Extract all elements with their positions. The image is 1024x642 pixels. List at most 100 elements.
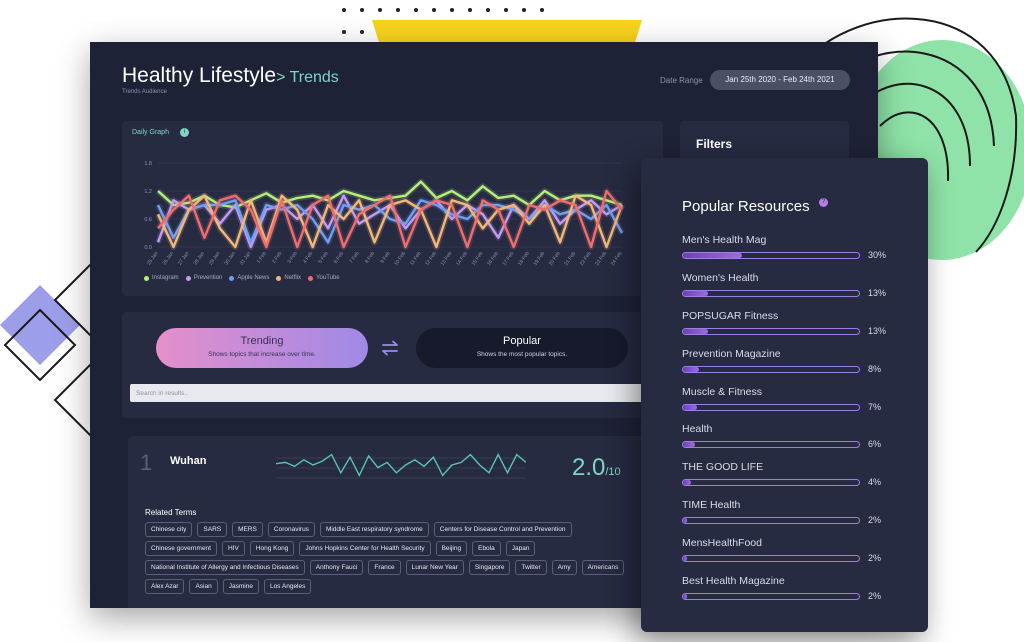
legend-item[interactable]: Netflix bbox=[276, 275, 301, 281]
resource-progress-fill bbox=[683, 290, 709, 296]
x-tick-label: 9 Feb bbox=[379, 251, 391, 265]
related-term-tag[interactable]: Centers for Disease Control and Preventi… bbox=[433, 522, 572, 537]
page-subtitle: Trends Audience bbox=[122, 89, 167, 95]
resource-item[interactable]: POPSUGAR Fitness 13% bbox=[682, 310, 912, 348]
related-term-tag[interactable]: Americans bbox=[581, 560, 625, 575]
related-term-tag[interactable]: National Institute of Allergy and Infect… bbox=[145, 560, 305, 575]
related-term-tag[interactable]: Twitter bbox=[515, 560, 547, 575]
resource-item[interactable]: Best Health Magazine 2% bbox=[682, 575, 912, 613]
resource-progress-fill bbox=[683, 594, 688, 600]
x-tick-label: 6 Feb bbox=[333, 251, 345, 265]
resource-percent: 13% bbox=[868, 287, 887, 298]
result-card[interactable]: 1 Wuhan 2.0/10 Related Terms Chinese cit… bbox=[128, 436, 648, 608]
related-term-tag[interactable]: Ebola bbox=[472, 541, 501, 556]
resource-percent: 8% bbox=[868, 363, 882, 374]
x-tick-label: 23 Feb bbox=[594, 251, 608, 267]
resource-progress-fill bbox=[683, 480, 691, 486]
resource-name: Men's Health Mag bbox=[682, 234, 767, 246]
resource-name: TIME Health bbox=[682, 499, 741, 512]
x-tick-label: 18 Feb bbox=[517, 251, 531, 267]
popular-toggle-button[interactable]: Popular Shows the most popular topics. bbox=[416, 328, 628, 368]
trending-toggle-button[interactable]: Trending Shows topics that increase over… bbox=[156, 328, 368, 368]
resource-percent: 2% bbox=[868, 591, 882, 602]
help-icon[interactable]: ? bbox=[819, 198, 828, 207]
legend-item[interactable]: YouTube bbox=[308, 275, 340, 281]
resource-name: Health bbox=[682, 423, 713, 436]
x-tick-label: 1 Feb bbox=[256, 251, 268, 265]
y-tick-label: 1.2 bbox=[144, 189, 152, 195]
x-tick-label: 28 Jan bbox=[193, 251, 207, 267]
resource-percent: 4% bbox=[868, 477, 882, 488]
related-term-tag[interactable]: Jasmine bbox=[222, 579, 259, 594]
related-term-tag[interactable]: Japan bbox=[505, 541, 536, 556]
result-name: Wuhan bbox=[170, 455, 207, 467]
related-term-tag[interactable]: SARS bbox=[197, 522, 228, 537]
x-tick-label: 26 Jan bbox=[162, 251, 176, 267]
result-score: 2.0/10 bbox=[572, 454, 621, 482]
resource-item[interactable]: Prevention Magazine 8% bbox=[682, 348, 912, 386]
x-tick-label: 19 Feb bbox=[532, 251, 546, 267]
related-term-tag[interactable]: Chinese city bbox=[145, 522, 193, 537]
date-range-picker[interactable]: Jan 25th 2020 - Feb 24th 2021 bbox=[710, 70, 850, 90]
resource-item[interactable]: Women's Health 13% bbox=[682, 272, 912, 310]
x-tick-label: 24 Feb bbox=[610, 251, 624, 267]
search-input[interactable] bbox=[130, 384, 660, 402]
related-term-tag[interactable]: Coronavirus bbox=[267, 522, 315, 537]
x-tick-label: 21 Feb bbox=[563, 251, 577, 267]
x-tick-label: 11 Feb bbox=[409, 251, 423, 267]
resource-progress-bar bbox=[682, 365, 860, 373]
related-term-tag[interactable]: Chinese government bbox=[145, 541, 217, 556]
resource-item[interactable]: Men's Health Mag 30% bbox=[682, 234, 912, 272]
resource-percent: 7% bbox=[868, 401, 882, 412]
related-term-tag[interactable]: Anthony Fauci bbox=[309, 560, 364, 575]
x-tick-label: 31 Jan bbox=[239, 251, 253, 267]
related-term-tag[interactable]: MERS bbox=[232, 522, 263, 537]
popular-resources-title: Popular Resources bbox=[682, 198, 810, 215]
related-term-tag[interactable]: Hong Kong bbox=[249, 541, 295, 556]
related-term-tag[interactable]: Beijing bbox=[435, 541, 468, 556]
page-title-text: Healthy Lifestyle bbox=[122, 64, 277, 87]
related-term-tag[interactable]: Asian bbox=[189, 579, 218, 594]
breadcrumb-trends[interactable]: > Trends bbox=[276, 69, 339, 86]
related-term-tag[interactable]: HIV bbox=[221, 541, 245, 556]
related-term-tag[interactable]: Amy bbox=[551, 560, 577, 575]
x-tick-label: 15 Feb bbox=[471, 251, 485, 267]
related-term-tag[interactable]: Middle East respiratory syndrome bbox=[319, 522, 429, 537]
resource-item[interactable]: THE GOOD LIFE 4% bbox=[682, 461, 912, 499]
resource-progress-fill bbox=[683, 556, 688, 562]
resource-name: POPSUGAR Fitness bbox=[682, 309, 779, 322]
resource-progress-fill bbox=[683, 442, 695, 448]
legend-item[interactable]: Instagram bbox=[144, 275, 179, 281]
related-term-tag[interactable]: Singapore bbox=[468, 560, 511, 575]
resource-item[interactable]: TIME Health 2% bbox=[682, 499, 912, 537]
legend-label: Netflix bbox=[284, 275, 302, 281]
related-term-tag[interactable]: Los Angeles bbox=[263, 579, 312, 594]
resource-name: MensHealthFood bbox=[682, 537, 762, 550]
x-tick-label: 22 Feb bbox=[579, 251, 593, 267]
resource-item[interactable]: MensHealthFood 2% bbox=[682, 537, 912, 575]
x-tick-label: 25 Jan bbox=[146, 251, 160, 267]
swap-arrows-icon[interactable] bbox=[380, 340, 400, 356]
related-term-tag[interactable]: Alex Azar bbox=[145, 579, 185, 594]
legend-label: YouTube bbox=[316, 275, 340, 281]
related-term-tag[interactable]: Johns Hopkins Center for Health Security bbox=[299, 541, 431, 556]
resource-item[interactable]: Muscle & Fitness 7% bbox=[682, 386, 912, 424]
resource-progress-bar bbox=[682, 555, 860, 563]
resource-percent: 13% bbox=[868, 325, 887, 336]
related-term-tag[interactable]: Lunar New Year bbox=[405, 560, 464, 575]
x-tick-label: 13 Feb bbox=[440, 251, 454, 267]
x-tick-label: 27 Jan bbox=[177, 251, 191, 267]
resource-progress-bar bbox=[682, 479, 860, 487]
resource-name: Women's Health bbox=[682, 271, 759, 284]
resource-percent: 6% bbox=[868, 439, 882, 450]
resource-item[interactable]: Health 6% bbox=[682, 423, 912, 461]
legend-item[interactable]: Prevention bbox=[185, 275, 222, 281]
legend-item[interactable]: Apple News bbox=[229, 275, 269, 281]
resource-percent: 30% bbox=[868, 250, 887, 260]
daily-graph-chart: 0.0 0.6 1.2 1.8 25 Jan 26 Jan 27 Jan 28 Jan 29 J… bbox=[144, 161, 625, 267]
popular-resources-panel: Popular Resources ? Men's Health Mag 30% W… bbox=[641, 158, 928, 632]
related-term-tag[interactable]: France bbox=[368, 560, 401, 575]
x-tick-label: 3 Feb bbox=[287, 251, 299, 265]
resource-progress-bar bbox=[682, 289, 860, 297]
x-tick-label: 4 Feb bbox=[302, 251, 314, 265]
